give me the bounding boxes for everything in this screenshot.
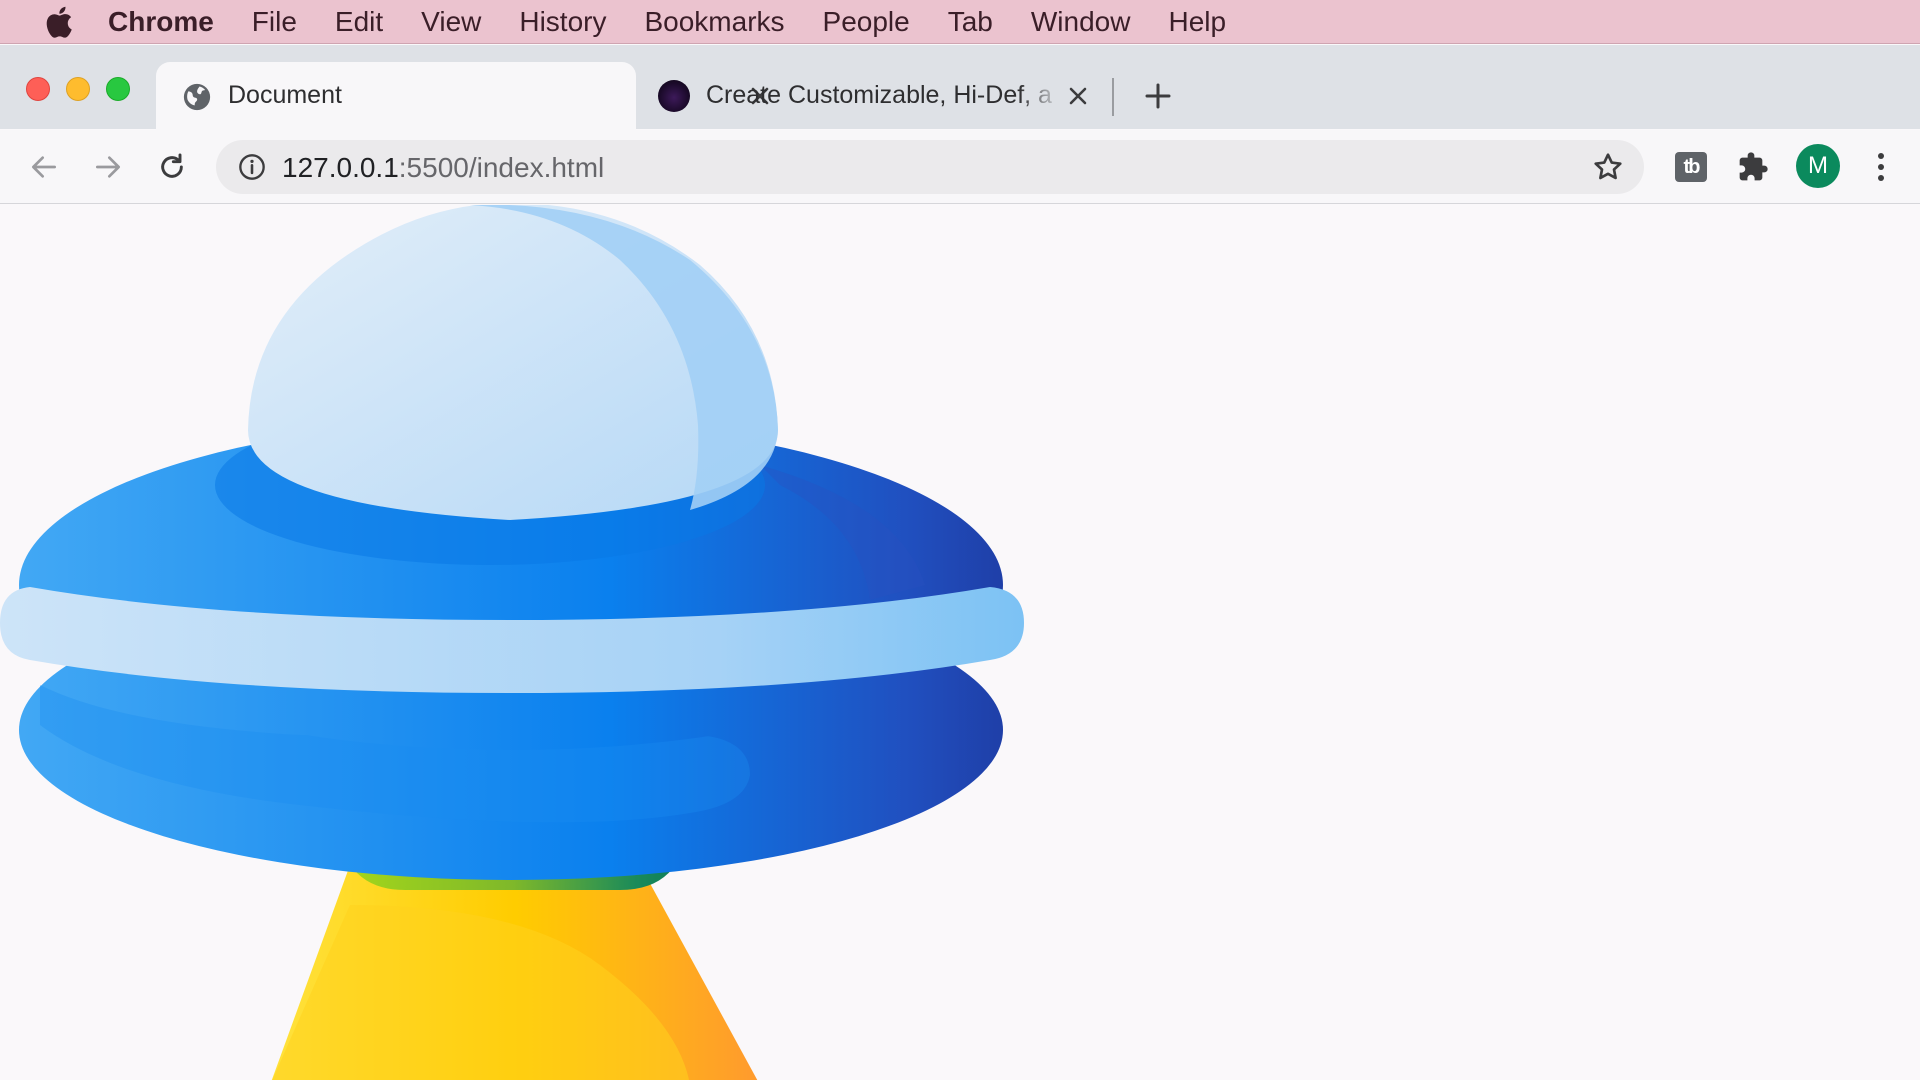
- tab-create-customizable[interactable]: Create Customizable, Hi-Def, a: [640, 62, 1110, 130]
- menu-app-name[interactable]: Chrome: [108, 6, 214, 38]
- more-menu-button[interactable]: [1866, 148, 1896, 186]
- arrow-right-icon: [96, 156, 120, 178]
- close-window-button[interactable]: [26, 77, 50, 101]
- back-button[interactable]: [24, 147, 64, 187]
- tab-separator: [1112, 78, 1114, 116]
- close-tab-icon[interactable]: [1064, 82, 1092, 110]
- address-bar[interactable]: 127.0.0.1:5500/index.html: [216, 140, 1644, 194]
- reload-button[interactable]: [152, 147, 192, 187]
- menu-people[interactable]: People: [823, 6, 910, 38]
- puzzle-icon: [1739, 152, 1768, 181]
- minimize-window-button[interactable]: [66, 77, 90, 101]
- tab-title: Create Customizable, Hi-Def, a: [706, 81, 1052, 109]
- url-path: :5500/index.html: [398, 152, 605, 183]
- menu-file[interactable]: File: [252, 6, 297, 38]
- url-host: 127.0.0.1: [282, 152, 399, 183]
- globe-icon: [183, 83, 211, 111]
- tab-document[interactable]: Document: [156, 62, 769, 130]
- plus-icon: [1145, 83, 1171, 109]
- extensions-button[interactable]: [1734, 148, 1772, 186]
- info-icon[interactable]: [238, 153, 266, 181]
- menu-history[interactable]: History: [519, 6, 606, 38]
- site-favicon-icon: [658, 80, 690, 112]
- ufo-illustration: [0, 205, 1024, 1080]
- menu-view[interactable]: View: [421, 6, 481, 38]
- bookmark-star-icon[interactable]: [1592, 151, 1624, 183]
- apple-logo-icon[interactable]: [36, 0, 80, 44]
- tb-extension-icon: tb: [1675, 152, 1707, 182]
- profile-avatar[interactable]: M: [1796, 144, 1840, 188]
- menu-window[interactable]: Window: [1031, 6, 1131, 38]
- new-tab-button[interactable]: [1140, 78, 1176, 114]
- url-text: 127.0.0.1:5500/index.html: [282, 152, 604, 184]
- arrow-left-icon: [32, 156, 56, 178]
- zoom-window-button[interactable]: [106, 77, 130, 101]
- tab-title: Document: [228, 81, 342, 109]
- menu-edit[interactable]: Edit: [335, 6, 383, 38]
- page-viewport: [0, 205, 1920, 1080]
- reload-icon: [161, 153, 183, 178]
- forward-button[interactable]: [88, 147, 128, 187]
- kebab-menu-icon: [1878, 153, 1884, 181]
- menu-tab[interactable]: Tab: [948, 6, 993, 38]
- macos-menubar: Chrome File Edit View History Bookmarks …: [0, 0, 1920, 44]
- extension-tb-button[interactable]: tb: [1672, 148, 1710, 186]
- menu-bookmarks[interactable]: Bookmarks: [644, 6, 784, 38]
- menu-help[interactable]: Help: [1168, 6, 1226, 38]
